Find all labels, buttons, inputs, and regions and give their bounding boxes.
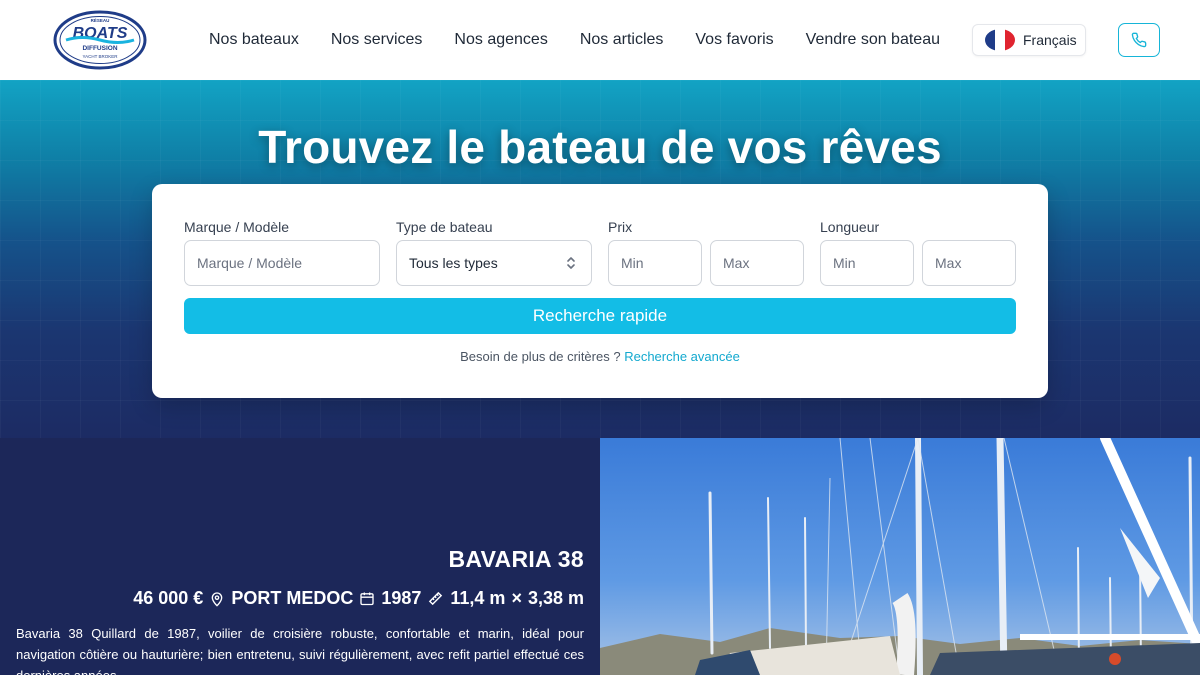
- search-form: Marque / Modèle Marque / Modèle Type de …: [152, 184, 1048, 398]
- nav-item-agences[interactable]: Nos agences: [438, 31, 563, 49]
- boat-width: 3,38 m: [527, 588, 584, 608]
- boat-photo[interactable]: [600, 438, 1200, 675]
- boat-type-value: Tous les types: [409, 255, 498, 271]
- main-nav: Nos bateaux Nos services Nos agences Nos…: [193, 0, 956, 80]
- boat-name[interactable]: BAVARIA 38: [449, 546, 585, 573]
- price-min-input[interactable]: Min: [608, 240, 702, 286]
- calendar-icon: [359, 590, 375, 607]
- logo-top-text: RÉSEAU: [91, 16, 110, 23]
- language-label: Français: [1023, 32, 1077, 48]
- boats-diffusion-logo[interactable]: RÉSEAU BOATS DIFFUSION YACHT BROKER: [52, 9, 148, 71]
- length-label: Longueur: [820, 219, 880, 235]
- nav-item-bateaux[interactable]: Nos bateaux: [193, 31, 315, 49]
- boat-year: 1987: [381, 588, 422, 608]
- phone-button[interactable]: [1118, 23, 1160, 57]
- phone-icon: [1131, 32, 1147, 48]
- dimension-separator: ×: [511, 588, 522, 608]
- boat-type-label: Type de bateau: [396, 219, 493, 235]
- boat-meta: 46 000 € PORT MEDOC 1987 11,4 m × 3,38 m: [133, 588, 584, 609]
- brand-model-input[interactable]: Marque / Modèle: [184, 240, 380, 286]
- length-max-input[interactable]: Max: [922, 240, 1016, 286]
- nav-item-services[interactable]: Nos services: [315, 31, 439, 49]
- quick-search-button[interactable]: Recherche rapide: [184, 298, 1016, 334]
- ruler-icon: [427, 590, 444, 607]
- length-min-input[interactable]: Min: [820, 240, 914, 286]
- price-max-input[interactable]: Max: [710, 240, 804, 286]
- boat-type-select[interactable]: Tous les types: [396, 240, 592, 286]
- marina-sailboat-image: [600, 438, 1200, 675]
- advanced-search-prefix: Besoin de plus de critères ?: [460, 349, 621, 364]
- advanced-search-link[interactable]: Recherche avancée: [624, 349, 740, 364]
- language-selector[interactable]: Français: [972, 24, 1086, 56]
- hero-section: Trouvez le bateau de vos rêves Marque / …: [0, 80, 1200, 440]
- logo-tagline-text: YACHT BROKER: [82, 54, 118, 59]
- nav-item-vendre[interactable]: Vendre son bateau: [790, 31, 956, 49]
- price-label: Prix: [608, 219, 633, 235]
- boat-description: Bavaria 38 Quillard de 1987, voilier de …: [16, 626, 584, 675]
- brand-label: Marque / Modèle: [184, 219, 290, 235]
- featured-boat-listing: BAVARIA 38 46 000 € PORT MEDOC 1987 11,4…: [0, 438, 600, 675]
- french-flag-icon: [985, 29, 1015, 51]
- logo-sub-text: DIFFUSION: [82, 45, 117, 52]
- nav-item-favoris[interactable]: Vos favoris: [679, 31, 789, 49]
- location-pin-icon: [209, 590, 225, 608]
- hero-title: Trouvez le bateau de vos rêves: [258, 121, 942, 173]
- advanced-search-hint: Besoin de plus de critères ? Recherche a…: [152, 349, 1048, 364]
- boat-location: PORT MEDOC: [231, 588, 354, 608]
- boat-price: 46 000 €: [133, 588, 204, 608]
- site-header: RÉSEAU BOATS DIFFUSION YACHT BROKER Nos …: [0, 0, 1200, 80]
- boat-length: 11,4 m: [450, 588, 506, 608]
- nav-item-articles[interactable]: Nos articles: [564, 31, 680, 49]
- select-chevron-icon: [567, 257, 575, 269]
